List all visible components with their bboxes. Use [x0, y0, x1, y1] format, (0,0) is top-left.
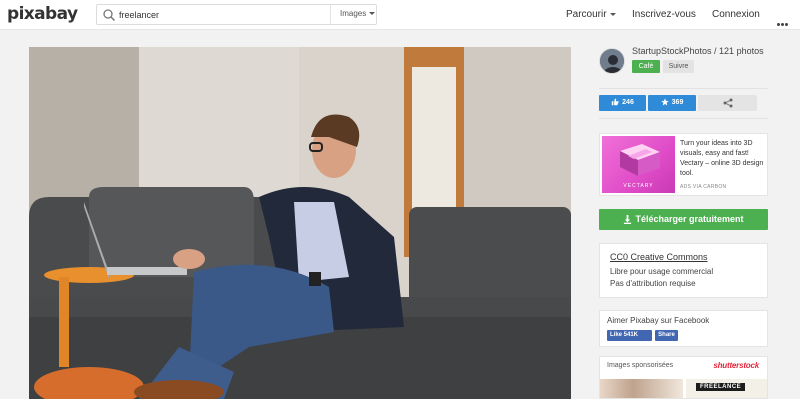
download-button[interactable]: Télécharger gratuitement — [599, 209, 768, 230]
sponsored-label: Images sponsorisées — [607, 362, 674, 369]
carbon-ad[interactable]: VECTARY Turn your ideas into 3D visuals,… — [599, 133, 768, 196]
nav-join[interactable]: Inscrivez-vous — [632, 9, 696, 20]
download-icon — [624, 215, 632, 224]
logo[interactable]: pixabay — [7, 4, 78, 24]
facebook-like-button[interactable]: Like 541K — [607, 330, 652, 341]
chevron-down-icon — [609, 12, 616, 16]
follow-button[interactable]: Suivre — [663, 60, 694, 73]
avatar-image — [600, 49, 624, 73]
chevron-down-icon — [369, 12, 376, 16]
share-button[interactable] — [698, 95, 757, 111]
ad-image[interactable]: VECTARY — [602, 136, 675, 193]
search-box[interactable]: Images — [96, 4, 377, 25]
star-icon — [660, 98, 669, 106]
thumbs-up-icon — [611, 98, 619, 106]
license-box: CC0 Creative Commons Libre pour usage co… — [599, 243, 768, 298]
license-link[interactable]: CC0 Creative Commons — [610, 252, 708, 262]
favorite-button[interactable]: 369 — [648, 95, 696, 111]
more-menu-icon[interactable] — [777, 13, 791, 26]
top-bar: pixabay Images Parcourir Inscrivez-vous … — [0, 0, 800, 30]
nav-browse[interactable]: Parcourir — [566, 9, 616, 20]
search-divider — [330, 5, 331, 24]
divider — [599, 88, 768, 89]
shutterstock-logo[interactable]: shutterstock — [713, 361, 759, 370]
like-button[interactable]: 246 — [599, 95, 646, 111]
sponsored-thumb-caption: FREELANCE — [696, 383, 746, 391]
author-avatar[interactable] — [599, 48, 625, 74]
facebook-share-button[interactable]: Share — [655, 330, 678, 341]
sponsored-thumb[interactable] — [600, 379, 683, 398]
download-label: Télécharger gratuitement — [635, 214, 744, 224]
nav-browse-label: Parcourir — [566, 9, 607, 20]
nav-login[interactable]: Connexion — [712, 9, 760, 20]
ad-via[interactable]: ADS VIA CARBON — [680, 184, 726, 190]
author-name[interactable]: StartupStockPhotos / 121 photos — [632, 46, 764, 56]
license-commercial: Libre pour usage commercial — [610, 267, 714, 276]
search-type-dropdown[interactable]: Images — [340, 9, 376, 18]
main-photo[interactable] — [29, 47, 571, 399]
photo-illustration — [29, 47, 571, 399]
favorite-count: 369 — [671, 99, 684, 106]
cafe-button[interactable]: Café — [632, 60, 660, 73]
sponsored-images: Images sponsorisées shutterstock FREELAN… — [599, 356, 768, 399]
facebook-box: Aimer Pixabay sur Facebook Like 541K Sha… — [599, 310, 768, 347]
share-icon — [723, 98, 733, 108]
like-count: 246 — [622, 99, 634, 106]
ad-brand: VECTARY — [623, 183, 654, 189]
search-type-label: Images — [340, 9, 367, 18]
facebook-title: Aimer Pixabay sur Facebook — [607, 316, 710, 325]
divider — [599, 118, 768, 119]
search-input[interactable] — [119, 7, 329, 22]
license-attribution: Pas d'attribution requise — [610, 279, 696, 288]
search-icon — [103, 9, 116, 22]
sponsored-thumb[interactable]: FREELANCE — [686, 379, 767, 398]
ad-text[interactable]: Turn your ideas into 3D visuals, easy an… — [680, 139, 766, 179]
